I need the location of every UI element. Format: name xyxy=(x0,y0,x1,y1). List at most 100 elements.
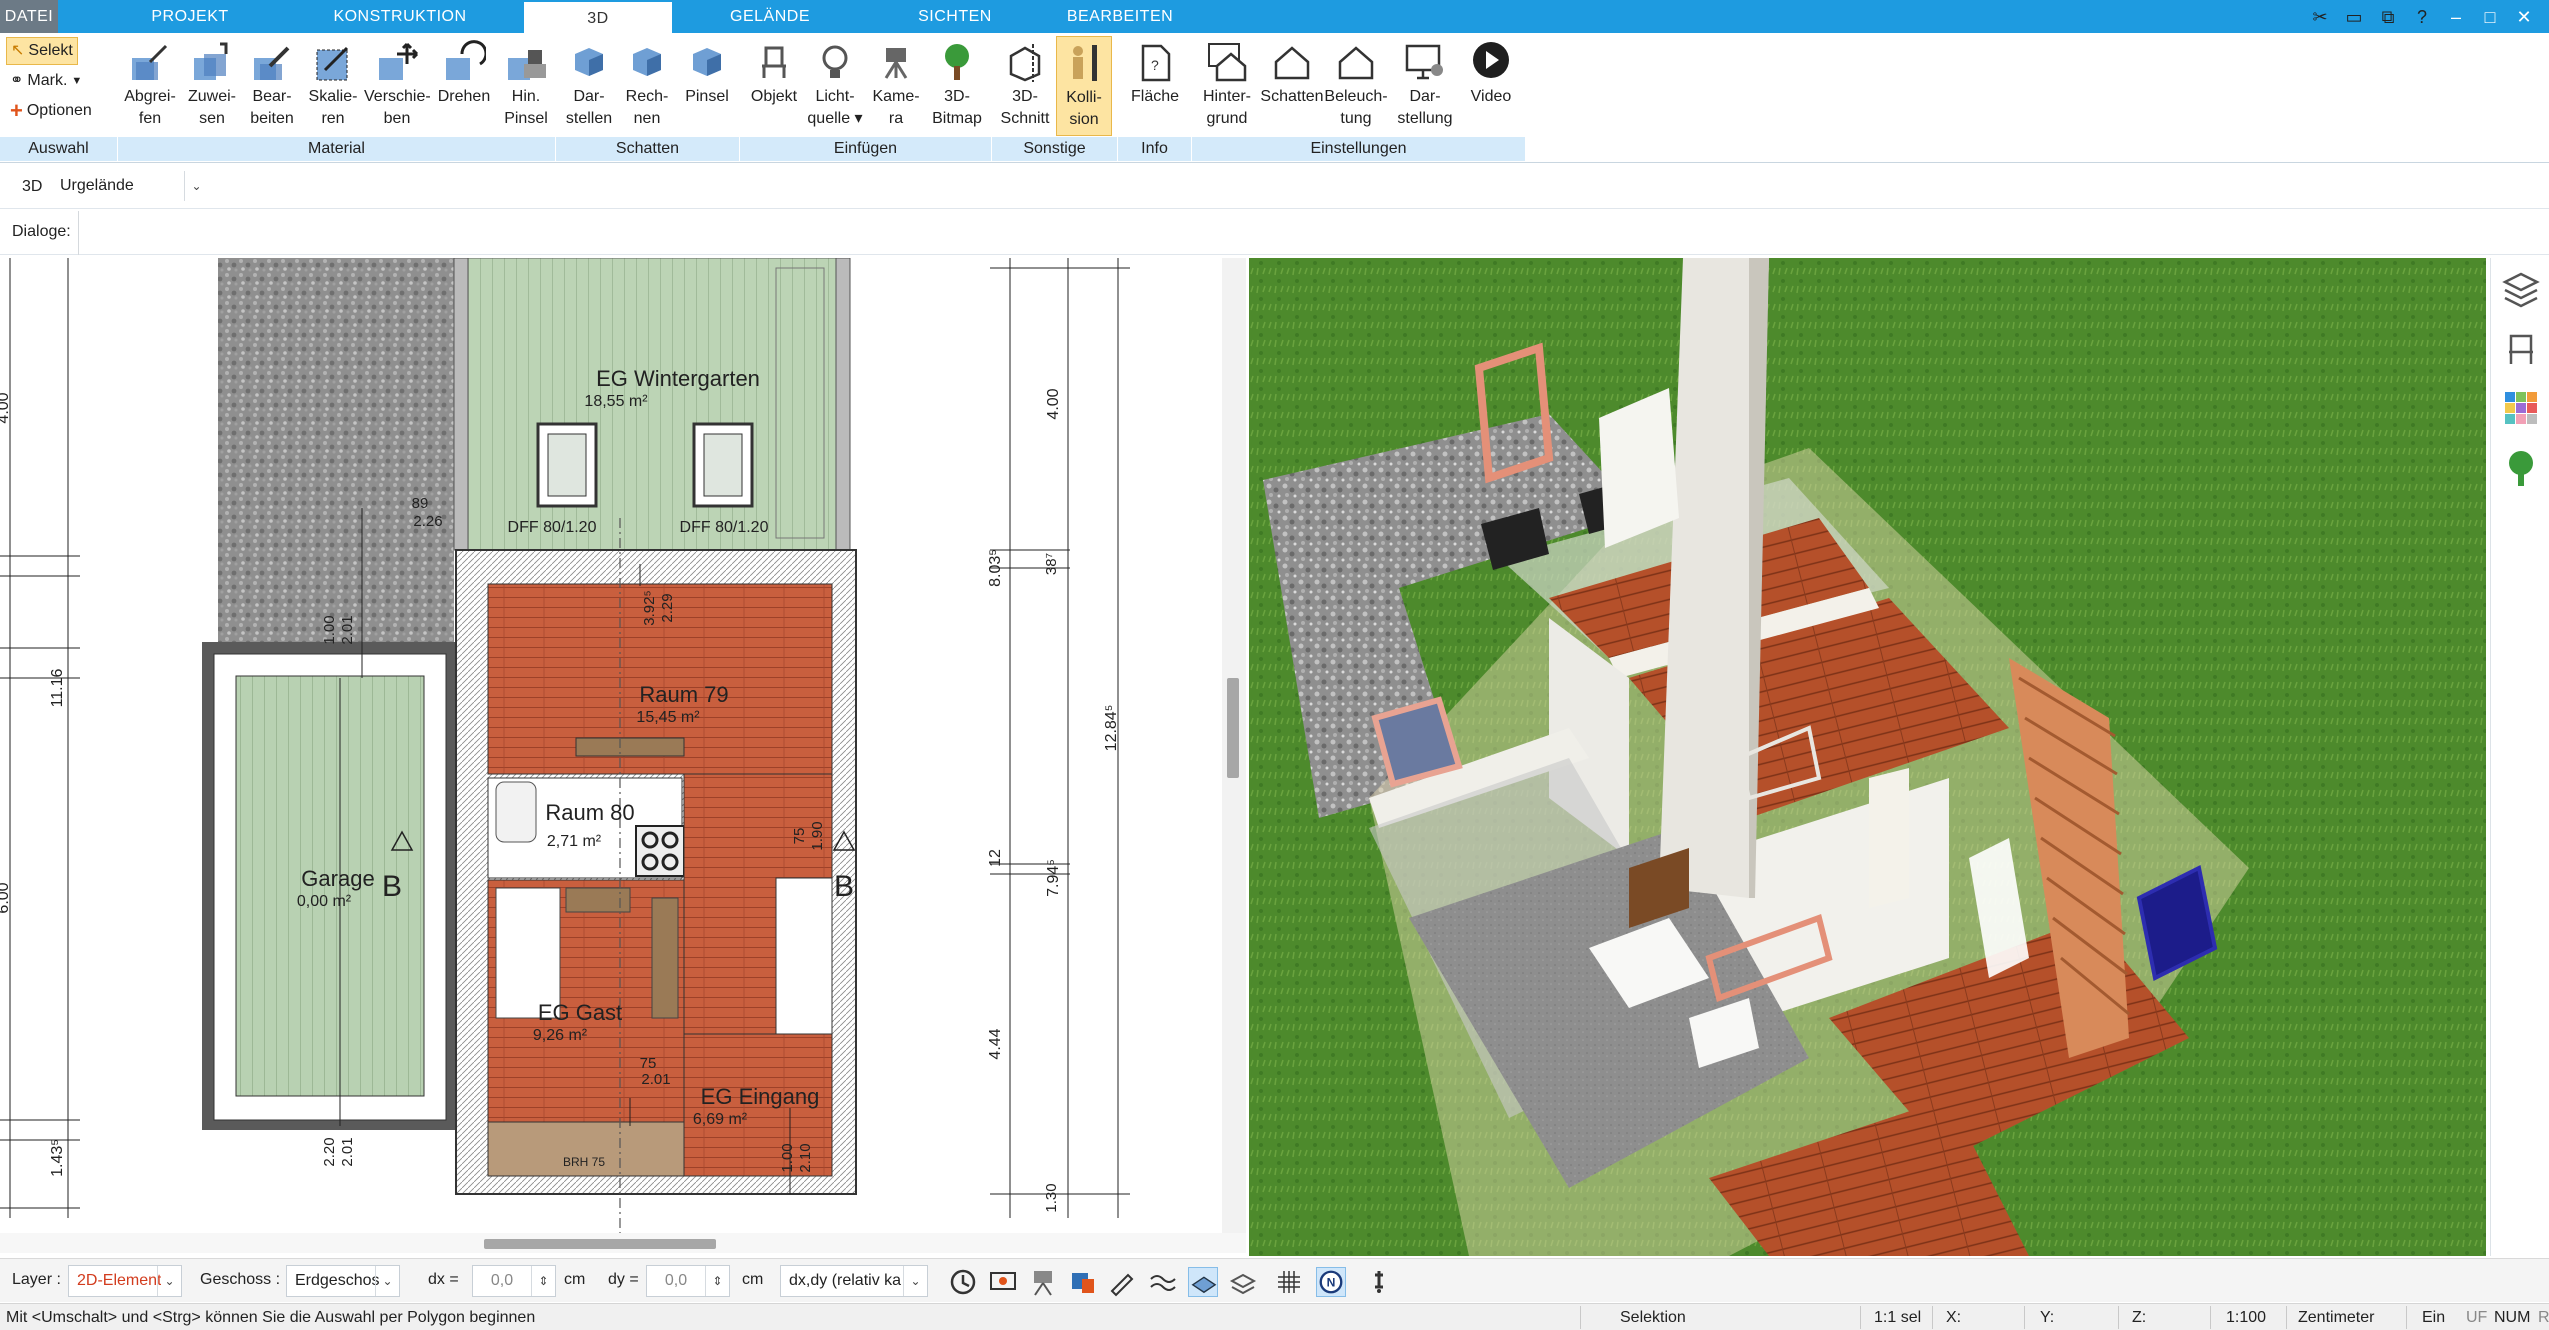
schatten-pinsel-button[interactable]: Pinsel xyxy=(678,36,736,108)
skalieren-button[interactable]: Skalie-ren xyxy=(302,36,364,130)
verschieben-button[interactable]: Verschie-ben xyxy=(364,36,431,130)
selekt-button[interactable]: ↖ Selekt xyxy=(6,37,78,65)
floor-plan-2d[interactable]: EG Wintergarten 18,55 m² Raum 79 15,45 m… xyxy=(0,258,1222,1233)
kollision-button[interactable]: Kolli-sion xyxy=(1056,36,1112,136)
dim-label: 2.01 xyxy=(339,615,356,644)
drehen-button[interactable]: Drehen xyxy=(432,36,496,108)
floor-plane-icon[interactable] xyxy=(1188,1267,1218,1297)
geschoss-select[interactable]: Erdgeschoss ⌄ xyxy=(286,1265,400,1297)
dim-label: 2.10 xyxy=(797,1143,814,1172)
dim-label: 1.90 xyxy=(809,821,826,850)
schatten-rechnen-button[interactable]: Rech-nen xyxy=(618,36,676,130)
plan-horizontal-scrollbar[interactable] xyxy=(0,1233,1246,1253)
dialoge-label: Dialoge: xyxy=(12,223,71,240)
3d-schnitt-button[interactable]: 3D- Schnitt xyxy=(996,36,1054,130)
lichtquelle-button[interactable]: Licht-quelle ▾ xyxy=(804,36,866,130)
3d-bitmap-button[interactable]: 3D- Bitmap xyxy=(926,36,988,130)
north-icon[interactable]: N xyxy=(1316,1267,1346,1297)
layer-select[interactable]: 2D-Elemente ⌄ xyxy=(68,1265,182,1297)
dim-label: 6.00 xyxy=(0,882,12,913)
camera-small-icon[interactable] xyxy=(1028,1267,1058,1297)
bearbeiten-button[interactable]: Bear-beiten xyxy=(242,36,302,130)
dy-input[interactable]: 0,0 ⇕ xyxy=(646,1265,730,1297)
abgreifen-button[interactable]: Abgrei-fen xyxy=(120,36,180,130)
room-name-eg-eingang: EG Eingang xyxy=(701,1084,820,1109)
pen-icon[interactable] xyxy=(1108,1267,1138,1297)
dim-label: 1.00 xyxy=(779,1143,796,1172)
room-wintergarten[interactable] xyxy=(453,258,851,551)
maximize-icon[interactable]: □ xyxy=(2475,3,2505,31)
layers-small-icon[interactable] xyxy=(1228,1267,1258,1297)
screen-icon[interactable] xyxy=(988,1267,1018,1297)
group-material: Abgrei-fen Zuwei-sen Bear-beiten Skalie-… xyxy=(118,33,556,163)
status-z: Z: xyxy=(2132,1309,2147,1326)
furniture-icon[interactable] xyxy=(2501,328,2541,368)
mark-button[interactable]: ⚭ Mark. ▼ xyxy=(6,67,86,95)
mark-icon: ⚭ xyxy=(10,72,24,89)
coord-mode-select[interactable]: dx,dy (relativ ka ⌄ xyxy=(780,1265,928,1297)
dx-unit: cm xyxy=(564,1271,586,1288)
materials-icon[interactable] xyxy=(2501,388,2541,428)
cube-brush-icon xyxy=(693,48,721,76)
window-icon[interactable]: ▭ xyxy=(2339,3,2369,31)
layers-icon[interactable] xyxy=(2501,268,2541,308)
group-label-auswahl: Auswahl xyxy=(0,137,118,161)
dimension-chain-left xyxy=(0,258,80,1218)
camera-icon xyxy=(884,48,908,79)
help-icon[interactable]: ? xyxy=(2407,3,2437,31)
minimize-icon[interactable]: – xyxy=(2441,3,2471,31)
spinner-icon[interactable]: ⇕ xyxy=(705,1266,729,1296)
edit-material-icon xyxy=(254,46,290,80)
group-schatten: Dar-stellen Rech-nen Pinsel Schatten xyxy=(556,33,740,163)
group-info: ? Fläche Info xyxy=(1118,33,1192,163)
darstellung-button[interactable]: Dar-stellung xyxy=(1390,36,1460,130)
tab-datei[interactable]: DATEI xyxy=(0,0,58,33)
pin-icon[interactable] xyxy=(1364,1267,1394,1297)
hintergrund-button[interactable]: Hinter-grund xyxy=(1196,36,1258,130)
plants-icon[interactable] xyxy=(2501,448,2541,488)
dx-input[interactable]: 0,0 ⇕ xyxy=(472,1265,556,1297)
bottom-toolbar: Layer : 2D-Elemente ⌄ Geschoss : Erdgesc… xyxy=(0,1258,2549,1302)
chevron-down-icon: ⌄ xyxy=(375,1266,399,1296)
dim-label: 38⁷ xyxy=(1043,553,1060,575)
terrain-select[interactable]: Urgelände ⌄ xyxy=(52,171,208,203)
beleuchtung-button[interactable]: Beleuch-tung xyxy=(1324,36,1388,130)
tab-bearbeiten[interactable]: BEARBEITEN xyxy=(1040,0,1200,33)
tools-icon[interactable]: ✂ xyxy=(2305,3,2335,31)
tab-3d[interactable]: 3D xyxy=(524,0,672,33)
3d-viewport[interactable] xyxy=(1249,258,2486,1256)
wave-icon[interactable] xyxy=(1148,1267,1178,1297)
grid-icon[interactable] xyxy=(1274,1267,1304,1297)
optionen-button[interactable]: + Optionen xyxy=(6,97,96,125)
status-mode: Selektion xyxy=(1620,1309,1686,1326)
plan-vertical-scrollbar[interactable] xyxy=(1222,258,1246,1233)
section-mark: B xyxy=(382,870,402,903)
flaeche-button[interactable]: ? Fläche xyxy=(1126,36,1184,108)
scale-icon xyxy=(316,46,349,81)
clock-icon[interactable] xyxy=(948,1267,978,1297)
tab-projekt[interactable]: PROJEKT xyxy=(120,0,260,33)
scroll-thumb[interactable] xyxy=(484,1239,716,1249)
schatten-einstellung-button[interactable]: Schatten xyxy=(1260,36,1324,108)
dim-label: 4.44 xyxy=(987,1028,1004,1059)
chevron-down-icon: ⌄ xyxy=(184,171,208,201)
paint-icon[interactable] xyxy=(1068,1267,1098,1297)
tab-gelaende[interactable]: GELÄNDE xyxy=(700,0,840,33)
hin-pinsel-button[interactable]: Hin. Pinsel xyxy=(496,36,556,130)
close-icon[interactable]: ✕ xyxy=(2509,3,2539,31)
video-button[interactable]: Video xyxy=(1462,36,1520,108)
schatten-darstellen-button[interactable]: Dar-stellen xyxy=(560,36,618,130)
room-name-raum-80: Raum 80 xyxy=(545,800,634,825)
tab-konstruktion[interactable]: KONSTRUKTION xyxy=(320,0,480,33)
kamera-button[interactable]: Kame-ra xyxy=(866,36,926,130)
restore-icon[interactable]: ⧉ xyxy=(2373,3,2403,31)
spinner-icon[interactable]: ⇕ xyxy=(531,1266,555,1296)
house-shadow-icon xyxy=(1274,46,1310,80)
layer-label: Layer : xyxy=(12,1271,61,1288)
zuweisen-button[interactable]: Zuwei-sen xyxy=(182,36,242,130)
window-label: DFF 80/1.20 xyxy=(680,519,769,536)
objekt-button[interactable]: Objekt xyxy=(744,36,804,108)
tab-sichten[interactable]: SICHTEN xyxy=(885,0,1025,33)
scroll-thumb[interactable] xyxy=(1227,678,1239,778)
svg-text:?: ? xyxy=(1151,57,1159,73)
